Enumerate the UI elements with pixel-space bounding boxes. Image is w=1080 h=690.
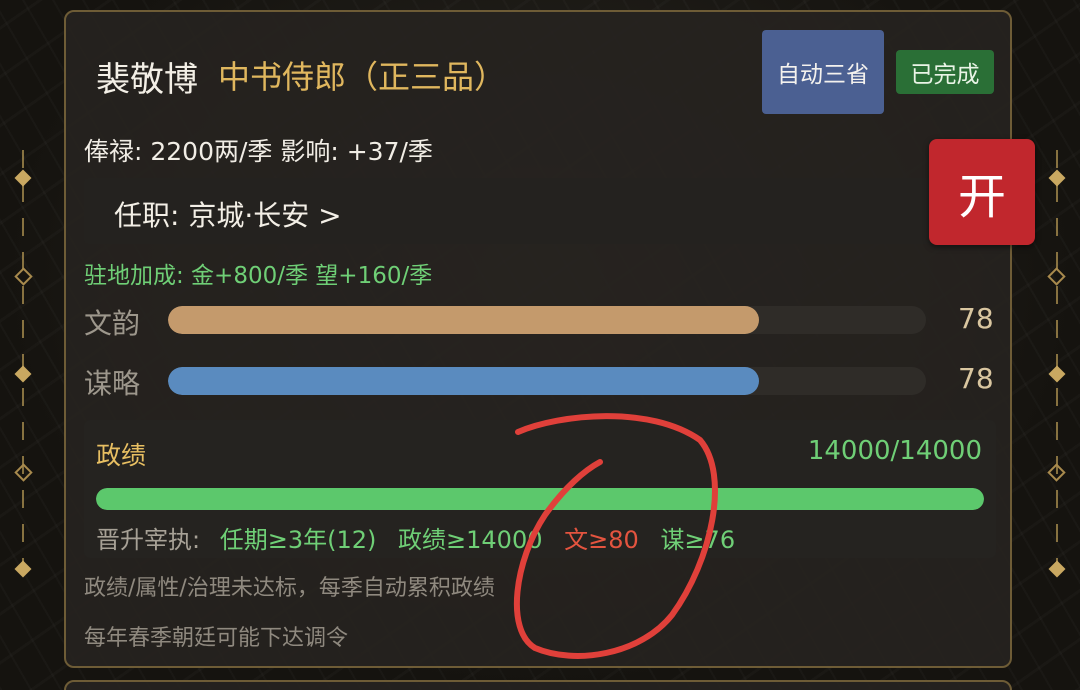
- merit-progress-bar: [96, 488, 984, 510]
- left-ornament-rail: [0, 0, 46, 690]
- promotion-condition-wen: 文≥80: [564, 526, 639, 554]
- post-location-label: 任职: 京城·长安 >: [114, 199, 342, 232]
- game-screen: 裴敬博 中书侍郎（正三品） 自动三省 已完成 俸禄: 2200两/季 影响: +…: [0, 0, 1080, 690]
- diamond-outline-icon: [14, 267, 33, 286]
- diamond-outline-icon: [1047, 463, 1066, 482]
- diamond-ornament-icon: [14, 169, 32, 187]
- attribute-label-moulue: 谋略: [84, 367, 141, 400]
- attribute-fill-wenyun: [168, 306, 760, 334]
- status-badge: 已完成: [896, 50, 994, 94]
- official-card: 裴敬博 中书侍郎（正三品） 自动三省 已完成 俸禄: 2200两/季 影响: +…: [64, 10, 1012, 668]
- station-bonus: 驻地加成: 金+800/季 望+160/季: [84, 263, 433, 289]
- toggle-open-button[interactable]: 开: [929, 139, 1035, 245]
- official-name: 裴敬博: [96, 60, 198, 100]
- attribute-label-wenyun: 文韵: [84, 307, 141, 340]
- diamond-ornament-icon: [14, 365, 32, 383]
- attribute-fill-moulue: [168, 367, 760, 395]
- diamond-ornament-icon: [1048, 560, 1066, 578]
- merit-value: 14000/14000: [807, 436, 982, 466]
- merit-panel: 政绩 14000/14000 晋升宰执: 任期≥3年(12) 政绩≥14000 …: [84, 420, 996, 558]
- salary-influence-line: 俸禄: 2200两/季 影响: +37/季: [84, 137, 433, 166]
- note-merit-accumulation: 政绩/属性/治理未达标，每季自动累积政绩: [84, 576, 495, 601]
- attribute-bar-wenyun: [168, 306, 926, 334]
- note-spring-transfer: 每年春季朝廷可能下达调令: [84, 626, 349, 651]
- right-ornament-rail: [1034, 0, 1080, 690]
- promotion-condition-merit: 政绩≥14000: [398, 526, 543, 554]
- official-rank: 中书侍郎（正三品）: [218, 58, 507, 96]
- diamond-outline-icon: [14, 463, 33, 482]
- auto-three-departments-button[interactable]: 自动三省: [762, 30, 884, 114]
- diamond-outline-icon: [1047, 267, 1066, 286]
- post-location-row[interactable]: 任职: 京城·长安 >: [84, 178, 956, 244]
- diamond-ornament-icon: [14, 560, 32, 578]
- diamond-ornament-icon: [1048, 365, 1066, 383]
- promotion-condition-tenure: 任期≥3年(12): [219, 526, 377, 554]
- promotion-condition-mou: 谋≥76: [660, 526, 736, 554]
- next-official-card[interactable]: [64, 680, 1012, 690]
- attribute-value-wenyun: 78: [958, 302, 994, 335]
- promotion-label: 晋升宰执:: [96, 526, 201, 554]
- merit-progress-fill: [96, 488, 984, 510]
- merit-label: 政绩: [96, 441, 147, 470]
- attribute-value-moulue: 78: [958, 362, 994, 395]
- attribute-bar-moulue: [168, 367, 926, 395]
- promotion-requirements: 晋升宰执: 任期≥3年(12) 政绩≥14000 文≥80 谋≥76: [96, 520, 749, 555]
- diamond-ornament-icon: [1048, 169, 1066, 187]
